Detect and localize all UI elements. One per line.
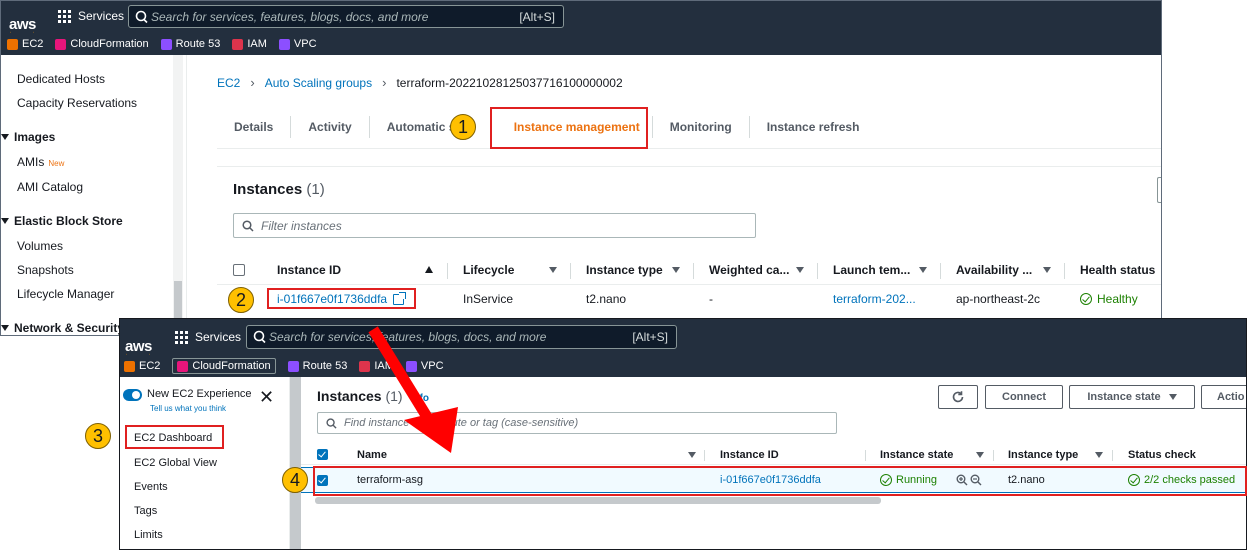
arrow-head-icon bbox=[404, 407, 458, 453]
red-arrow-annotation bbox=[368, 326, 458, 453]
arrow-shaft bbox=[368, 326, 440, 433]
